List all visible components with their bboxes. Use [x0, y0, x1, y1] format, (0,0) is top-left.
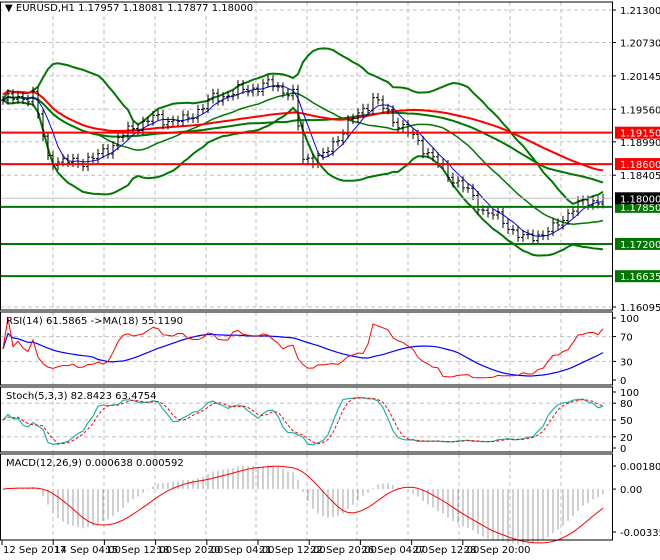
chart-canvas[interactable]: 1.213001.207301.201451.195601.189901.184… — [0, 0, 660, 560]
current-price-label: 1.18000 — [620, 194, 660, 205]
indicator-axis-label: 100 — [620, 388, 639, 399]
price-axis-label: 1.19560 — [620, 105, 660, 116]
price-axis-label: 1.21300 — [620, 6, 660, 17]
open-value: 1.17957 — [78, 3, 120, 14]
close-value: 1.18000 — [211, 3, 254, 14]
stoch-main-line — [2, 397, 604, 446]
indicator-axis-label: 70 — [620, 333, 633, 344]
indicator-axis-label: 20 — [620, 433, 633, 444]
indicator-axis-label: 0.001805 — [620, 462, 660, 473]
indicator-title: MACD(12,26,9) 0.000638 0.000592 — [6, 458, 184, 469]
level-label: 1.19150 — [620, 129, 660, 140]
low-value: 1.17877 — [167, 3, 209, 14]
indicator-axis-label: 50 — [620, 416, 633, 427]
price-axis-label: 1.18405 — [620, 171, 660, 182]
level-label: 1.17200 — [620, 240, 660, 251]
indicator-title: RSI(14) 61.5865 ->MA(18) 55.1190 — [6, 316, 183, 327]
indicator-axis-label: 80 — [620, 399, 633, 410]
price-axis-label: 1.20145 — [620, 72, 660, 83]
indicator-axis-label: 30 — [620, 357, 633, 368]
price-axis-label: 1.20730 — [620, 39, 660, 50]
indicator-axis-label: 0 — [620, 376, 626, 387]
high-value: 1.18081 — [122, 3, 164, 14]
chart-window[interactable]: 1.21300 1.20730 1.20145 1.19560 1.18990 1.184… — [0, 0, 660, 560]
dropdown-triangle-icon[interactable]: ▼ — [5, 3, 13, 14]
indicator-axis-label: 0 — [620, 444, 626, 455]
symbol-label: EURUSD,H1 — [15, 3, 75, 14]
chart-header: ▼ EURUSD,H1 1.17957 1.18081 1.17877 1.18… — [3, 3, 256, 14]
time-axis-label: 28 Sep 20:00 — [464, 545, 531, 556]
indicator-axis-label: -0.003357 — [620, 528, 660, 539]
rsi-ma-line — [2, 332, 604, 377]
indicator-title: Stoch(5,3,3) 82.8423 63.4754 — [6, 391, 157, 402]
indicator-axis-label: 100 — [620, 314, 639, 325]
level-label: 1.18600 — [620, 160, 660, 171]
level-label: 1.16635 — [620, 272, 660, 283]
price-axis-label: 1.16095 — [620, 303, 660, 314]
indicator-axis-label: 0.00 — [620, 485, 642, 496]
